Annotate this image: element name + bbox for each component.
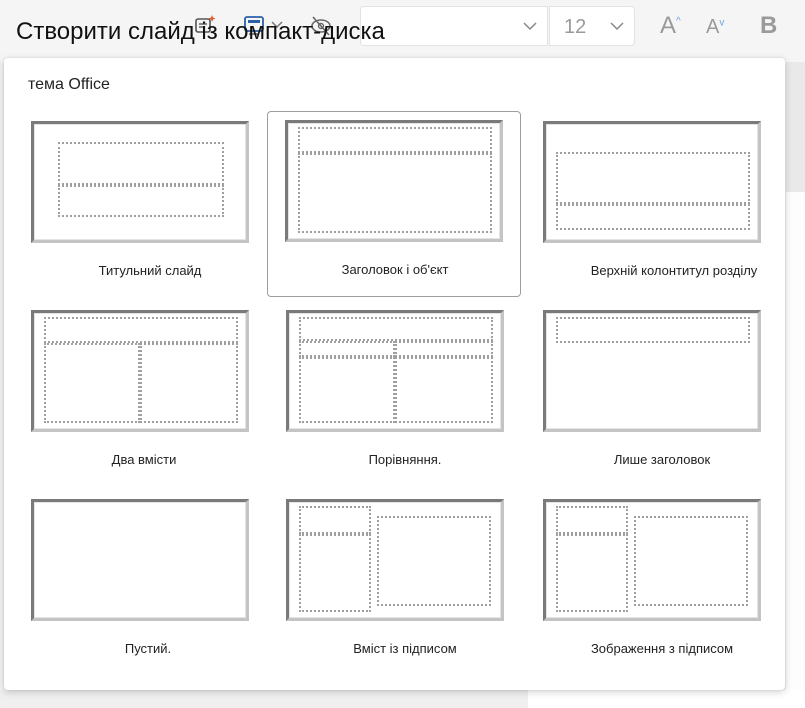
side-panel [786,62,805,192]
title-placeholder [58,142,224,185]
picture-placeholder [634,516,748,606]
caption-title-placeholder [556,506,628,534]
content-left-placeholder [299,357,395,423]
shrink-font-icon[interactable]: Av [706,16,724,39]
font-size-value: 12 [564,16,587,38]
layout-tile-blank[interactable]: Пустий. [22,490,276,676]
caption-text-placeholder [299,534,371,612]
layout-thumbnail [286,499,504,621]
layout-thumbnail [543,310,761,432]
chevron-down-icon[interactable] [523,18,537,36]
font-size-select[interactable]: 12 [549,6,635,46]
layout-thumbnail [31,499,249,621]
layout-tile-picture-with-caption[interactable]: Зображення з підписом [534,490,788,676]
layout-label: Порівняння. [368,452,442,467]
content-placeholder [377,516,491,606]
subtitle-placeholder [58,185,224,217]
layout-label: Титульний слайд [98,263,202,278]
bold-icon[interactable]: B [760,12,777,40]
layout-thumbnail [31,121,249,243]
caption-text-placeholder [556,534,628,612]
layout-label: Зображення з підписом [590,641,734,656]
layout-tile-section-header[interactable]: Верхній колонтитул розділу [534,112,788,298]
layout-tile-content-with-caption[interactable]: Вміст із підписом [277,490,531,676]
theme-section-label: тема Office [28,76,110,93]
content-right-placeholder [395,357,493,423]
layout-tile-comparison[interactable]: Порівняння. [277,301,531,487]
text-placeholder [556,204,750,230]
font-name-select[interactable] [360,6,548,46]
layout-thumbnail [286,310,504,432]
heading-right-placeholder [395,341,493,357]
bottom-canvas [528,690,805,708]
layout-gallery: тема Office Титульний слайд Заголовок і … [4,58,785,690]
layout-tile-title-and-content[interactable]: Заголовок і об'єкт [267,111,521,297]
content-right-placeholder [140,343,238,423]
layout-label: Два вмісти [111,452,177,467]
layout-tile-title-only[interactable]: Лише заголовок [534,301,788,487]
title-placeholder [44,317,238,343]
layout-tile-two-content[interactable]: Два вмісти [22,301,276,487]
layout-label: Вміст із підписом [353,641,457,656]
layout-thumbnail [543,499,761,621]
title-placeholder [299,317,493,341]
dialog-title: Створити слайд із компакт-диска [16,18,385,45]
title-placeholder [556,152,750,204]
title-placeholder [298,127,492,153]
layout-label: Заголовок і об'єкт [341,262,449,277]
layout-label: Пустий. [124,641,172,656]
layout-thumbnail [31,310,249,432]
heading-left-placeholder [299,341,395,357]
content-placeholder [298,153,492,233]
layout-tile-title-slide[interactable]: Титульний слайд [22,112,276,298]
caption-title-placeholder [299,506,371,534]
layout-thumbnail [543,121,761,243]
chevron-down-icon[interactable] [610,18,624,36]
content-left-placeholder [44,343,140,423]
layout-label: Верхній колонтитул розділу [590,263,758,278]
layout-label: Лише заголовок [613,452,711,467]
grow-font-icon[interactable]: A^ [660,12,681,40]
layout-thumbnail [285,120,503,242]
title-placeholder [556,317,750,343]
